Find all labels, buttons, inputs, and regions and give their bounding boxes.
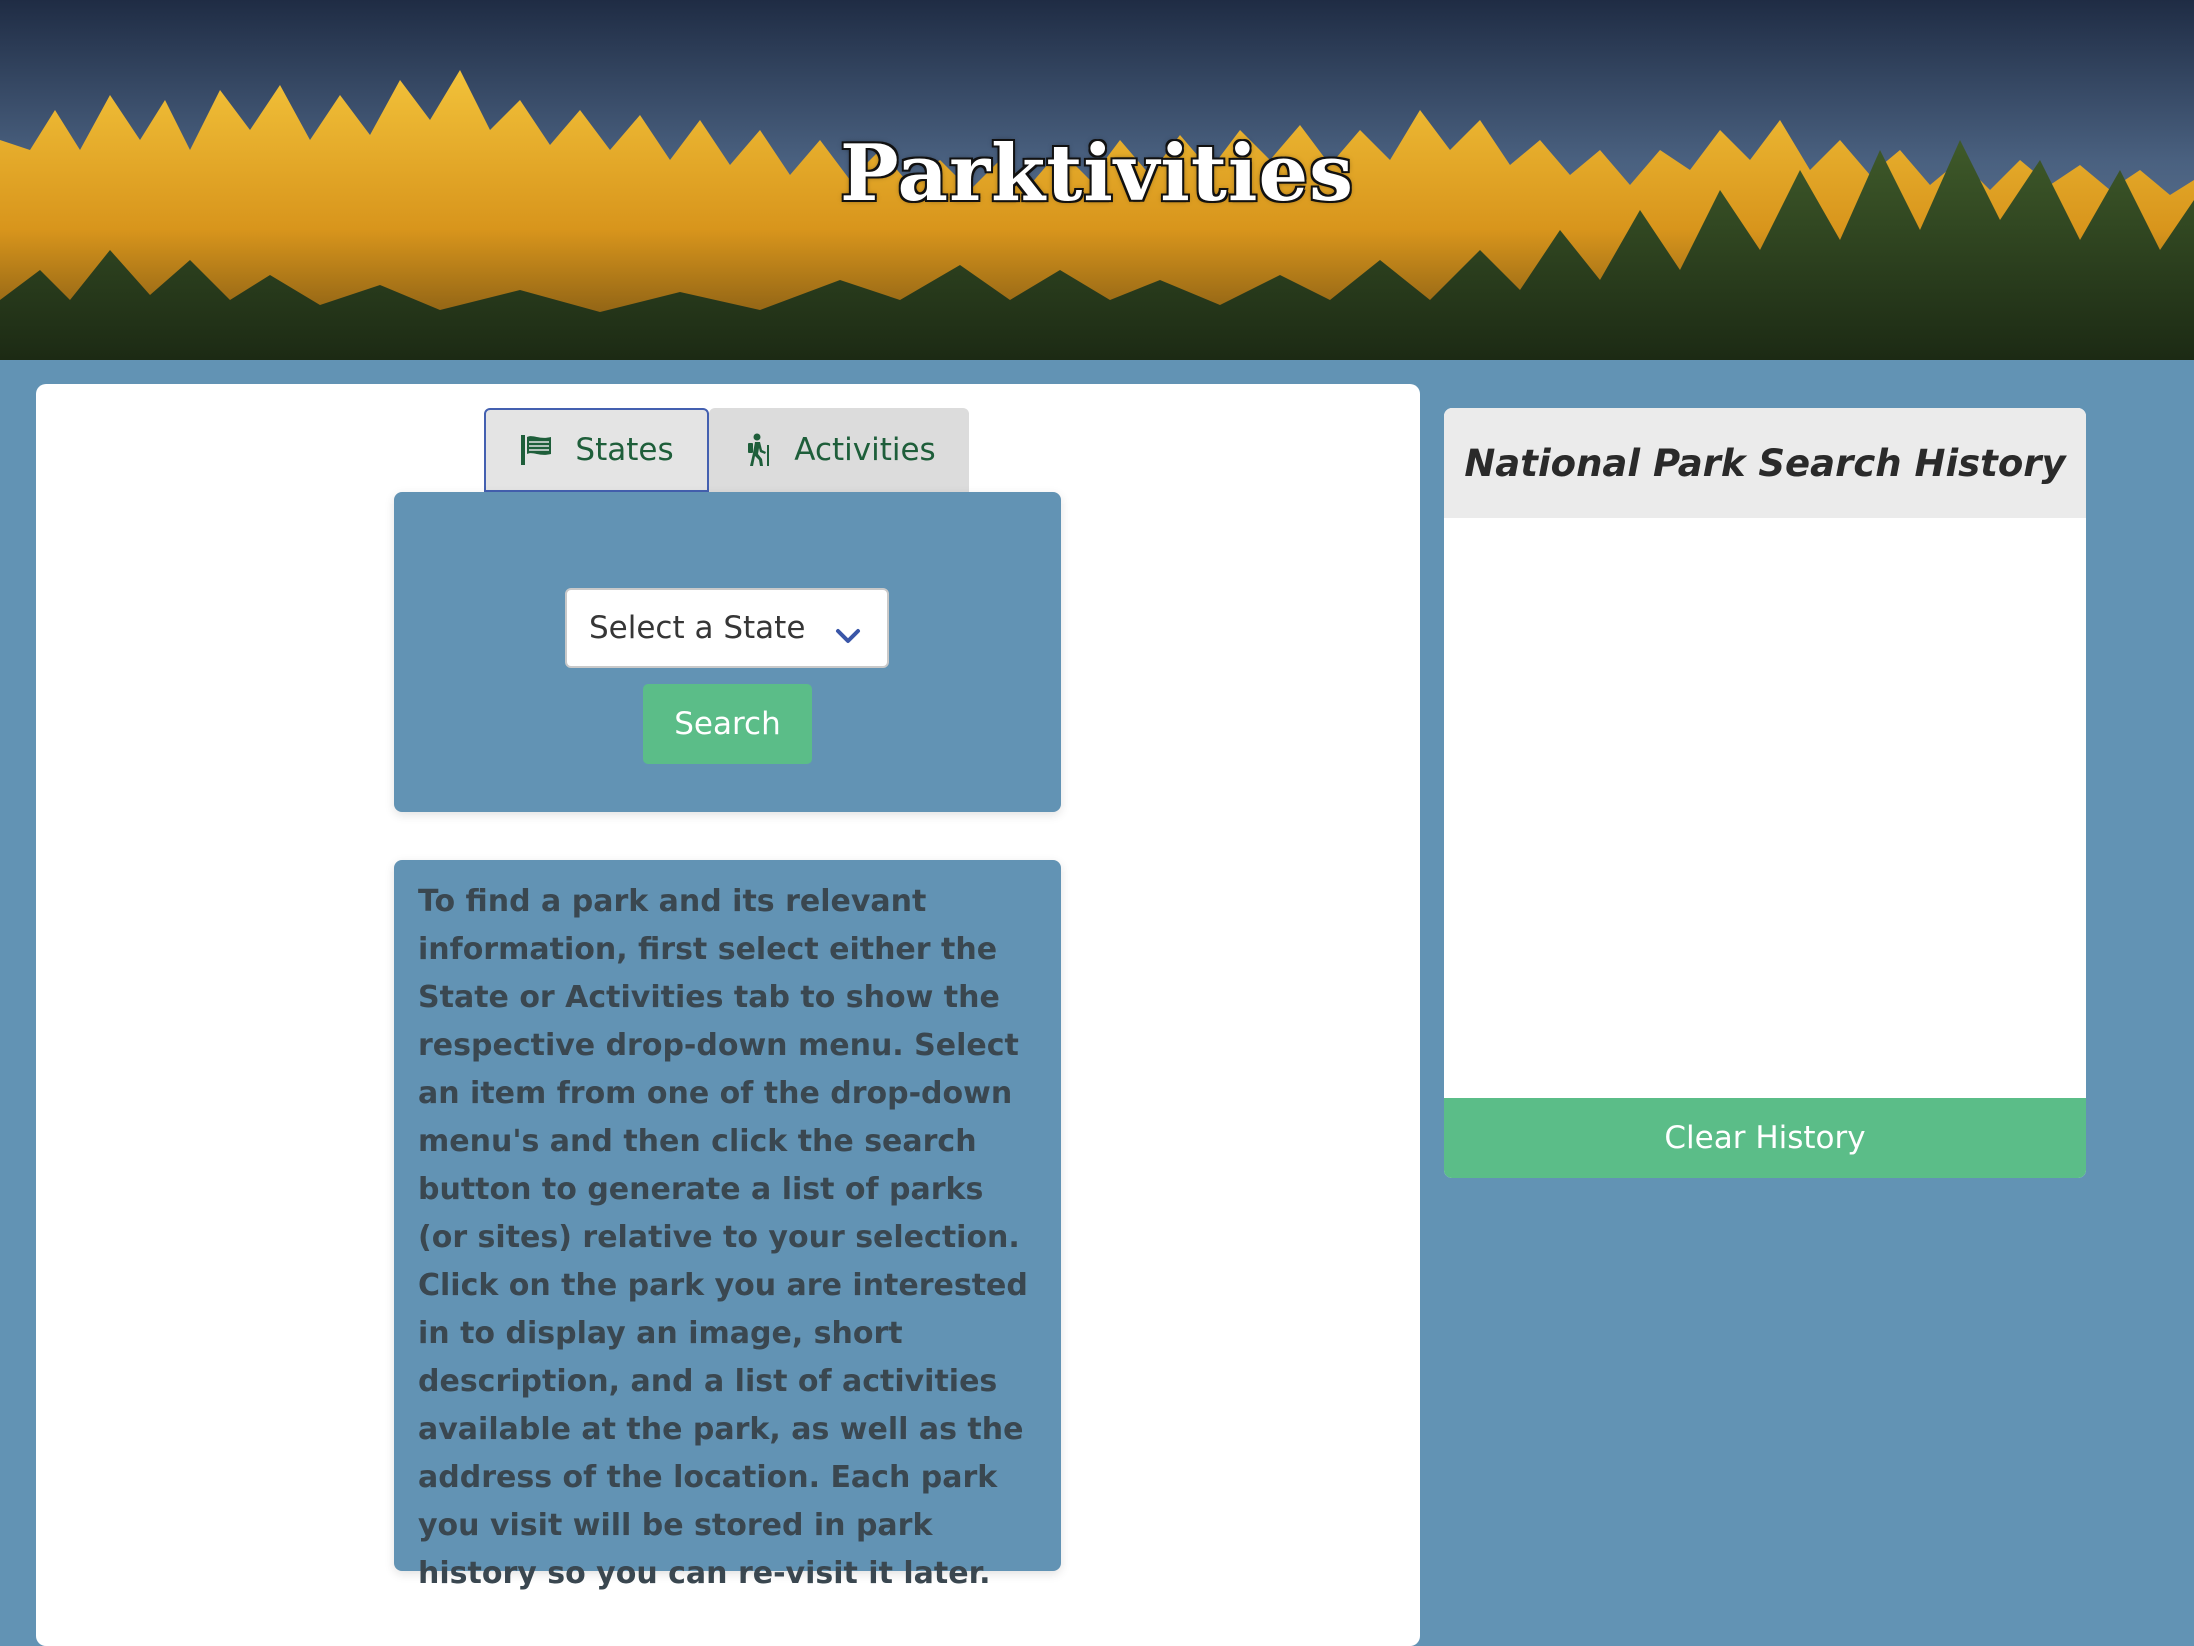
- state-select-value: Select a State: [589, 610, 806, 646]
- tab-states[interactable]: States: [484, 408, 709, 492]
- search-tabs: States Activities: [484, 408, 969, 492]
- state-select[interactable]: Select a State: [565, 588, 889, 668]
- tab-activities[interactable]: Activities: [709, 408, 969, 492]
- hiking-icon: [742, 433, 772, 467]
- tab-states-label: States: [575, 432, 674, 468]
- clear-history-button[interactable]: Clear History: [1444, 1098, 2086, 1178]
- flag-icon: [519, 434, 553, 466]
- search-history-list: [1444, 518, 2086, 1098]
- search-history-title: National Park Search History: [1444, 408, 2086, 518]
- instructions-text: To find a park and its relevant informat…: [418, 884, 1028, 1591]
- site-title: Parktivities: [839, 128, 1355, 219]
- search-history-panel: National Park Search History Clear Histo…: [1444, 408, 2086, 1178]
- state-search-card: Select a State Search: [394, 492, 1061, 812]
- instructions-card: To find a park and its relevant informat…: [394, 860, 1061, 1591]
- search-button[interactable]: Search: [643, 684, 812, 764]
- chevron-down-icon: [835, 618, 861, 654]
- tab-activities-label: Activities: [794, 432, 936, 468]
- hero-banner: Parktivities: [0, 0, 2194, 360]
